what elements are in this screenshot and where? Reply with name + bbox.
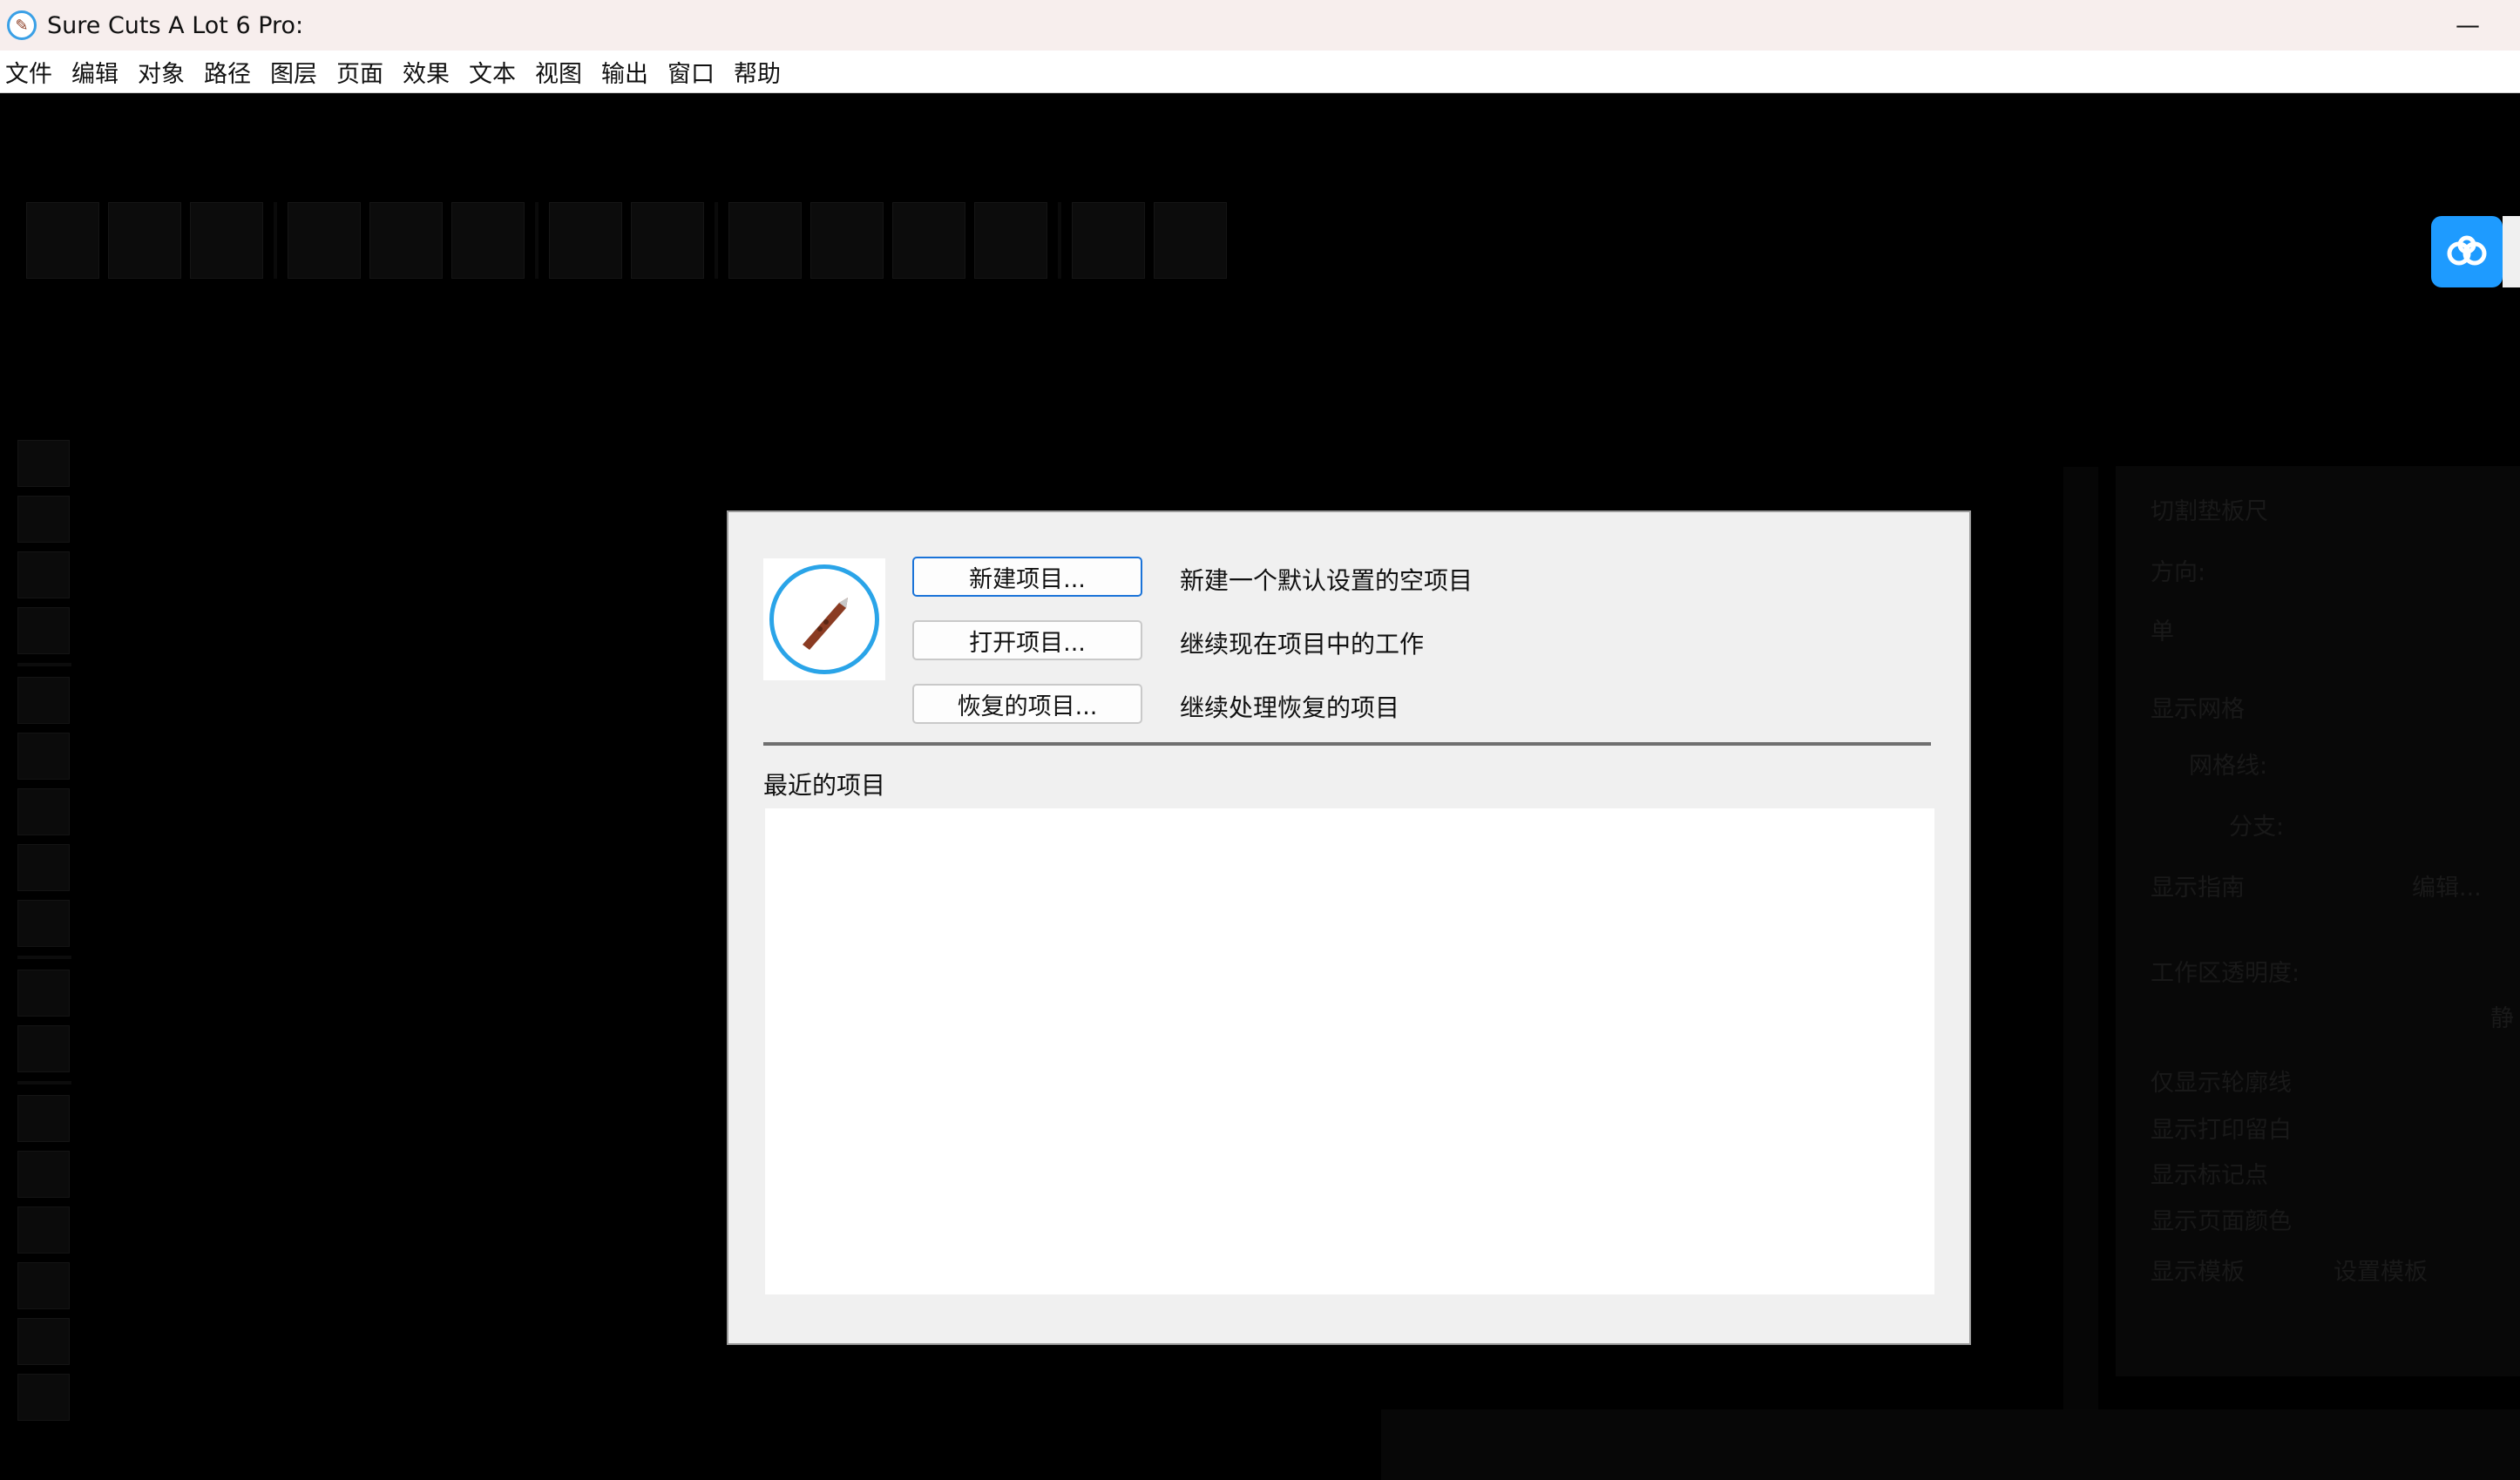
brush-icon[interactable] (17, 788, 70, 835)
ruler-icon[interactable] (17, 1318, 70, 1365)
toolbox-separator (17, 663, 71, 666)
hand-icon[interactable] (17, 1374, 70, 1421)
tool-palette (17, 440, 71, 1429)
scal-knife-logo-icon (769, 564, 879, 674)
work-area-opacity-label: 工作区透明度: (2151, 960, 2300, 987)
toolbar-separator (715, 202, 718, 279)
grid-lines-label: 网格线: (2189, 753, 2268, 780)
show-guides-checkbox[interactable]: 显示指南 (2151, 868, 2245, 902)
menu-layer[interactable]: 图层 (267, 55, 331, 89)
recent-projects-list[interactable] (765, 808, 1934, 1294)
cut-plot-icon[interactable] (1154, 202, 1227, 279)
app-logo (763, 558, 885, 680)
branch-label: 分支: (2229, 814, 2285, 841)
recent-projects-label: 最近的项目 (763, 771, 886, 800)
menu-object[interactable]: 对象 (134, 55, 199, 89)
zoom-tool-icon[interactable] (17, 1262, 70, 1309)
svg-import-icon[interactable] (728, 202, 802, 279)
toolbar-separator (535, 202, 539, 279)
edit-guides-button[interactable]: 编辑... (2412, 868, 2482, 902)
toolbar-separator (274, 202, 277, 279)
cut-icon[interactable] (288, 202, 361, 279)
canvas-scrollbar[interactable] (2063, 467, 2098, 1480)
welcome-dialog: 新建项目... 新建一个默认设置的空项目 打开项目... 继续现在项目中的工作 … (727, 510, 1971, 1345)
show-marks-checkbox[interactable]: 显示标记点 (2151, 1156, 2268, 1190)
weld-icon[interactable] (17, 1206, 70, 1254)
set-template-button[interactable]: 设置模板 (2334, 1253, 2428, 1287)
pencil-icon[interactable] (17, 733, 70, 780)
text-tool-icon[interactable] (17, 607, 70, 654)
show-page-color-checkbox[interactable]: 显示页面颜色 (2151, 1202, 2292, 1236)
menu-effects[interactable]: 效果 (399, 55, 464, 89)
rectangle-icon[interactable] (17, 1025, 70, 1072)
zoom-icon[interactable] (1072, 202, 1145, 279)
show-template-checkbox[interactable]: 显示模板 (2151, 1253, 2245, 1287)
show-grid-checkbox[interactable]: 显示网格 (2151, 690, 2245, 724)
minimize-button[interactable]: — (2442, 7, 2494, 42)
unit-label: 单 (2151, 618, 2174, 645)
main-toolbar (26, 200, 1236, 280)
redo-icon[interactable] (631, 202, 704, 279)
mode-label: 静 (2490, 1005, 2514, 1032)
toolbar-separator (1058, 202, 1061, 279)
layers-bottom-bar (1381, 1409, 2520, 1480)
new-project-button[interactable]: 新建项目... (912, 557, 1142, 597)
menu-window[interactable]: 窗口 (664, 55, 728, 89)
show-print-margin-checkbox[interactable]: 显示打印留白 (2151, 1111, 2292, 1145)
undo-icon[interactable] (549, 202, 622, 279)
menu-page[interactable]: 页面 (333, 55, 397, 89)
menu-help[interactable]: 帮助 (730, 55, 795, 89)
recovered-project-description: 继续处理恢复的项目 (1180, 693, 1400, 722)
copy-icon[interactable] (369, 202, 443, 279)
window-title: Sure Cuts A Lot 6 Pro: (47, 11, 304, 39)
menu-view[interactable]: 视图 (532, 55, 596, 89)
fill-rect-icon[interactable] (17, 900, 70, 947)
open-project-button[interactable]: 打开项目... (912, 620, 1142, 660)
floating-widget-edge (2503, 216, 2520, 287)
menu-text[interactable]: 文本 (465, 55, 530, 89)
menu-edit[interactable]: 编辑 (68, 55, 132, 89)
transform-icon[interactable] (17, 1151, 70, 1198)
image-import-icon[interactable] (810, 202, 884, 279)
baidu-netdisk-icon[interactable] (2431, 216, 2503, 287)
recovered-project-button[interactable]: 恢复的项目... (912, 684, 1142, 724)
menu-output[interactable]: 输出 (598, 55, 662, 89)
eyedropper-icon[interactable] (17, 1095, 70, 1142)
only-outline-checkbox[interactable]: 仅显示轮廓线 (2151, 1064, 2292, 1098)
knife-icon[interactable] (17, 970, 70, 1017)
save-icon[interactable] (190, 202, 263, 279)
menu-bar: 文件 编辑 对象 路径 图层 页面 效果 文本 视图 输出 窗口 帮助 (0, 51, 2520, 93)
direction-label: 方向: (2151, 559, 2206, 586)
toolbox-separator (17, 956, 71, 959)
app-icon: ✎ (7, 10, 37, 40)
new-doc-icon[interactable] (26, 202, 99, 279)
title-bar: ✎ Sure Cuts A Lot 6 Pro: — (0, 0, 2520, 51)
cart-icon[interactable] (974, 202, 1047, 279)
paste-icon[interactable] (451, 202, 525, 279)
library-icon[interactable] (892, 202, 965, 279)
menu-path[interactable]: 路径 (200, 55, 265, 89)
open-project-description: 继续现在项目中的工作 (1180, 630, 1425, 659)
eraser-icon[interactable] (17, 844, 70, 891)
pen-tool-icon[interactable] (17, 677, 70, 724)
node-select-icon[interactable] (17, 551, 70, 598)
menu-file[interactable]: 文件 (2, 55, 66, 89)
open-icon[interactable] (108, 202, 181, 279)
new-project-description: 新建一个默认设置的空项目 (1180, 566, 1473, 595)
toolbox-separator (17, 1081, 71, 1085)
lasso-icon[interactable] (17, 496, 70, 543)
dialog-divider (763, 742, 1931, 746)
cutting-mat-title: 切割垫板尺 (2151, 498, 2268, 525)
settings-panel: 切割垫板尺 方向: 单 显示网格 网格线: 分支: 显示指南 编辑... 工作区… (2116, 466, 2520, 1376)
select-arrow-icon[interactable] (17, 440, 70, 487)
